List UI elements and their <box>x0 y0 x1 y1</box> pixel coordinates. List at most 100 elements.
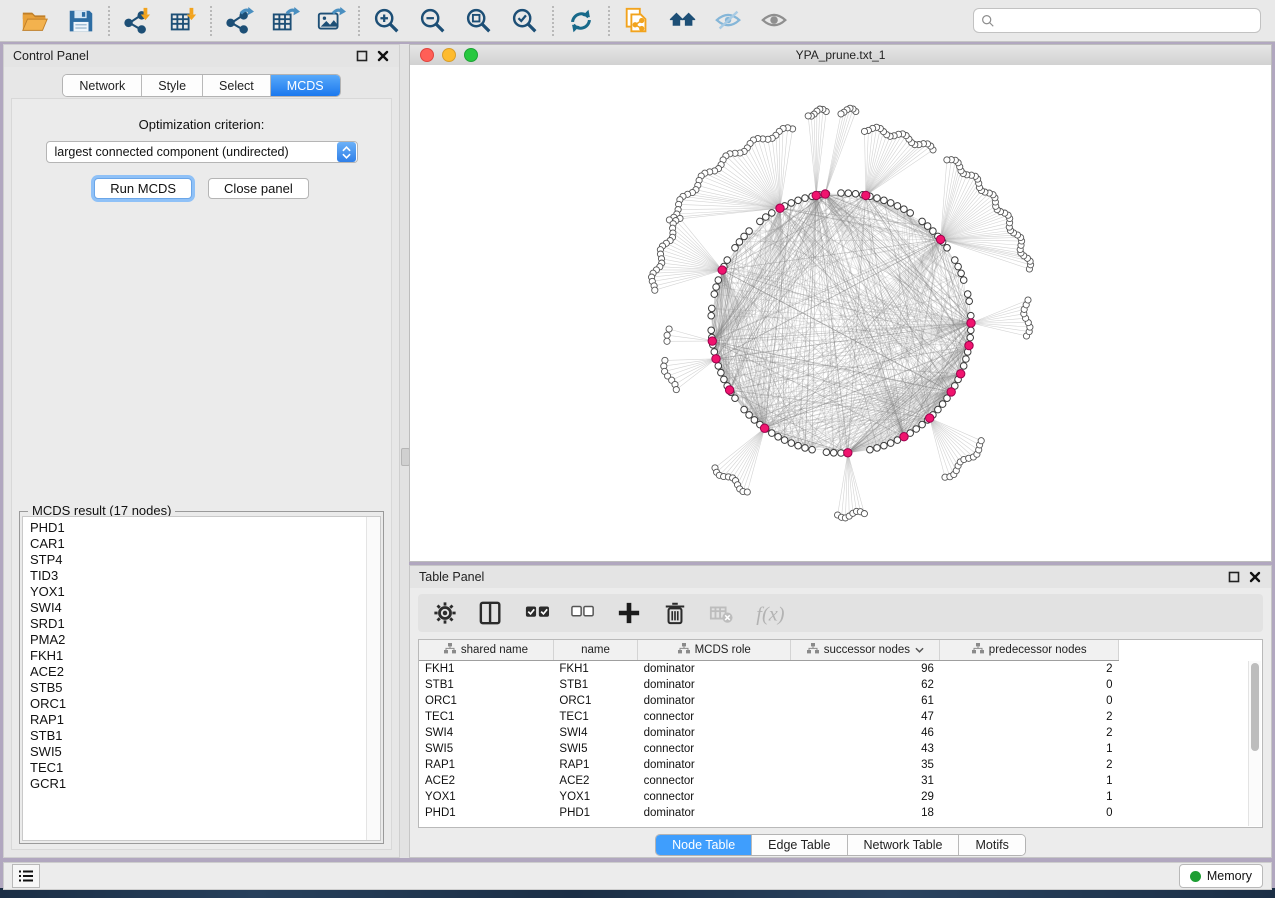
network-node[interactable] <box>715 277 722 284</box>
network-node[interactable] <box>724 257 731 264</box>
mcds-result-item[interactable]: STB1 <box>30 728 380 744</box>
leaf-node[interactable] <box>673 387 679 393</box>
tab-edge-table[interactable]: Edge Table <box>752 835 847 855</box>
mcds-result-item[interactable]: GCR1 <box>30 776 380 792</box>
table-row[interactable]: TEC1TEC1connector472 <box>419 709 1119 725</box>
network-node[interactable] <box>775 434 782 441</box>
mcds-hub-node[interactable] <box>821 190 829 198</box>
network-node[interactable] <box>930 228 937 235</box>
mcds-result-item[interactable]: STB5 <box>30 680 380 696</box>
leaf-node[interactable] <box>1025 297 1031 303</box>
mcds-result-item[interactable]: ACE2 <box>30 664 380 680</box>
hide-selected-icon[interactable] <box>711 4 747 38</box>
column-view-icon[interactable] <box>478 601 504 625</box>
column-header-MCDS-role[interactable]: MCDS role <box>638 640 791 661</box>
copy-network-icon[interactable] <box>619 4 655 38</box>
network-node[interactable] <box>907 210 914 217</box>
network-node[interactable] <box>830 450 837 457</box>
network-graph[interactable] <box>410 65 1271 561</box>
float-panel-icon[interactable] <box>355 49 369 63</box>
mcds-hub-node[interactable] <box>967 319 975 327</box>
network-node[interactable] <box>802 195 809 202</box>
network-node[interactable] <box>788 200 795 207</box>
memory-button[interactable]: Memory <box>1179 864 1263 888</box>
network-node[interactable] <box>769 210 776 217</box>
export-table-icon[interactable] <box>267 4 303 38</box>
network-node[interactable] <box>732 395 739 402</box>
table-row[interactable]: YOX1YOX1connector291 <box>419 789 1119 805</box>
mcds-result-item[interactable]: RAP1 <box>30 712 380 728</box>
network-node[interactable] <box>746 228 753 235</box>
network-node[interactable] <box>966 298 973 305</box>
network-node[interactable] <box>924 223 931 230</box>
network-node[interactable] <box>867 446 874 453</box>
network-node[interactable] <box>901 206 908 213</box>
search-input[interactable] <box>1000 13 1253 29</box>
mcds-result-item[interactable]: YOX1 <box>30 584 380 600</box>
table-row[interactable]: SWI5SWI5connector431 <box>419 741 1119 757</box>
column-header-shared-name[interactable]: shared name <box>419 640 553 661</box>
list-scrollbar[interactable] <box>366 517 380 840</box>
scrollbar-thumb[interactable] <box>1251 663 1259 751</box>
search-box[interactable] <box>973 8 1261 33</box>
network-node[interactable] <box>881 197 888 204</box>
column-header-name[interactable]: name <box>553 640 637 661</box>
leaf-node[interactable] <box>805 113 811 119</box>
leaf-node[interactable] <box>978 438 984 444</box>
close-panel-icon[interactable] <box>1248 570 1262 584</box>
mcds-hub-node[interactable] <box>862 191 870 199</box>
mcds-hub-node[interactable] <box>712 355 720 363</box>
network-node[interactable] <box>718 369 725 376</box>
network-node[interactable] <box>732 245 739 252</box>
network-node[interactable] <box>964 291 971 298</box>
mcds-hub-node[interactable] <box>926 414 934 422</box>
mcds-hub-node[interactable] <box>760 424 768 432</box>
network-node[interactable] <box>887 200 894 207</box>
node-table[interactable]: shared namenameMCDS rolesuccessor nodesp… <box>418 639 1263 828</box>
mcds-result-item[interactable]: STP4 <box>30 552 380 568</box>
leaf-node[interactable] <box>744 489 750 495</box>
network-node[interactable] <box>894 203 901 210</box>
mcds-result-item[interactable]: SWI4 <box>30 600 380 616</box>
network-node[interactable] <box>944 245 951 252</box>
close-panel-icon[interactable] <box>376 49 390 63</box>
delete-column-icon[interactable] <box>662 601 688 625</box>
network-node[interactable] <box>757 218 764 225</box>
first-neighbors-icon[interactable] <box>665 4 701 38</box>
network-node[interactable] <box>887 440 894 447</box>
network-node[interactable] <box>935 406 942 413</box>
leaf-node[interactable] <box>664 332 670 338</box>
network-node[interactable] <box>960 363 967 370</box>
network-node[interactable] <box>736 239 743 246</box>
mcds-hub-node[interactable] <box>776 204 784 212</box>
network-canvas[interactable] <box>410 65 1271 561</box>
mcds-hub-node[interactable] <box>900 433 908 441</box>
mcds-result-item[interactable]: TID3 <box>30 568 380 584</box>
save-session-icon[interactable] <box>63 4 99 38</box>
network-node[interactable] <box>838 190 845 197</box>
network-node[interactable] <box>763 214 770 221</box>
export-image-icon[interactable] <box>313 4 349 38</box>
mcds-result-item[interactable]: PMA2 <box>30 632 380 648</box>
network-node[interactable] <box>711 291 718 298</box>
leaf-node[interactable] <box>666 326 672 332</box>
table-row[interactable]: ORC1ORC1dominator610 <box>419 693 1119 709</box>
mcds-result-item[interactable]: FKH1 <box>30 648 380 664</box>
select-all-checkboxes-icon[interactable] <box>524 601 550 625</box>
network-node[interactable] <box>809 446 816 453</box>
tab-node-table[interactable]: Node Table <box>656 835 752 855</box>
network-node[interactable] <box>952 257 959 264</box>
network-node[interactable] <box>781 437 788 444</box>
network-node[interactable] <box>802 445 809 452</box>
network-node[interactable] <box>708 312 715 319</box>
zoom-out-icon[interactable] <box>415 4 451 38</box>
open-file-icon[interactable] <box>17 4 53 38</box>
mcds-hub-node[interactable] <box>844 449 852 457</box>
mcds-hub-node[interactable] <box>936 235 944 243</box>
table-row[interactable]: PHD1PHD1dominator180 <box>419 805 1119 821</box>
network-node[interactable] <box>960 277 967 284</box>
settings-gear-icon[interactable] <box>432 601 458 625</box>
deselect-checkboxes-icon[interactable] <box>570 601 596 625</box>
table-row[interactable]: FKH1FKH1dominator962 <box>419 661 1119 678</box>
network-node[interactable] <box>963 356 970 363</box>
